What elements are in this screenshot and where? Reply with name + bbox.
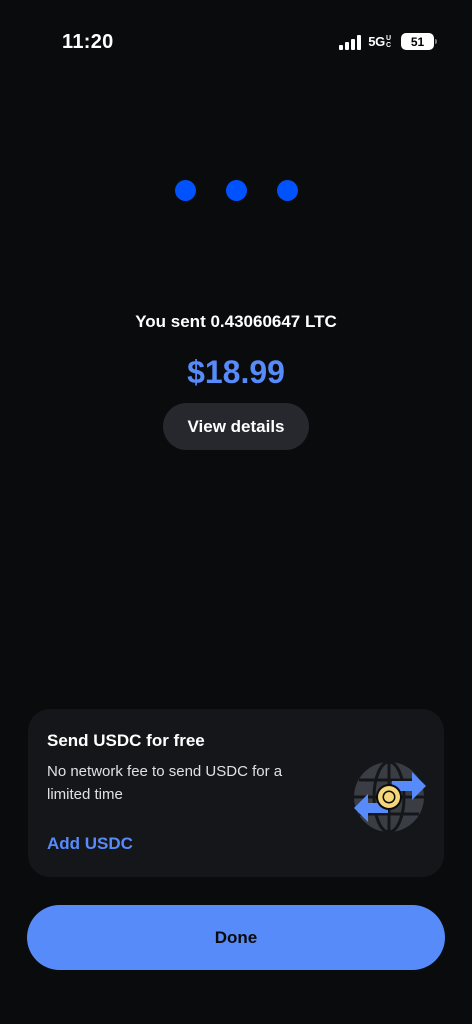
status-bar: 11:20 5GUC 51: [0, 0, 472, 90]
promo-description: No network fee to send USDC for a limite…: [47, 763, 283, 803]
add-usdc-link[interactable]: Add USDC: [47, 834, 133, 854]
loading-indicator: [0, 180, 472, 201]
done-button[interactable]: Done: [27, 905, 445, 970]
loading-dot: [174, 180, 196, 201]
signal-icon: [339, 34, 362, 50]
loading-dot: [225, 180, 247, 201]
promo-card[interactable]: Send USDC for free No network fee to sen…: [28, 709, 444, 877]
sent-summary: You sent 0.43060647 LTC: [135, 312, 337, 331]
network-sub: UC: [386, 35, 391, 50]
sent-amount-usd: $18.99: [187, 354, 285, 390]
network-label: 5GUC: [368, 34, 394, 50]
status-indicators: 5GUC 51: [339, 33, 437, 50]
view-details-button[interactable]: View details: [163, 403, 309, 450]
promo-title: Send USDC for free: [47, 731, 205, 750]
status-time: 11:20: [62, 31, 114, 53]
network-type: 5G: [368, 33, 385, 49]
globe-transfer-icon: [352, 759, 428, 835]
battery-icon: 51: [401, 33, 437, 50]
loading-dot: [276, 180, 298, 201]
